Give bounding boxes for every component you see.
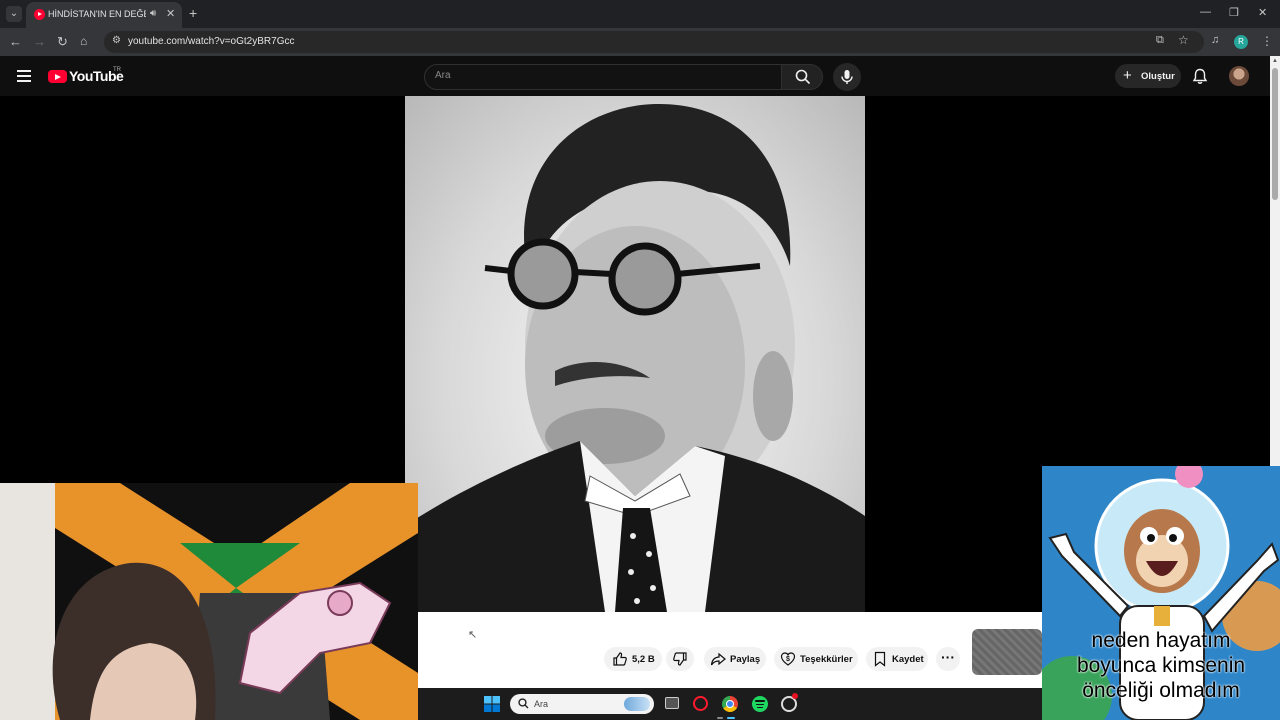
browser-profile-avatar[interactable]: R xyxy=(1234,35,1248,49)
github-desktop-icon[interactable] xyxy=(781,693,798,712)
recommended-video-thumbnail[interactable] xyxy=(972,629,1042,675)
save-button[interactable]: Kaydet xyxy=(866,647,928,671)
browser-tab-strip: ⌄ HİNDİSTAN'IN EN DEĞERSİZ 🔊︎ ✕ + — ❐ ✕ xyxy=(0,0,1280,28)
webcam-overlay xyxy=(0,483,418,720)
hamburger-menu-icon[interactable] xyxy=(17,70,31,82)
bookmark-icon xyxy=(874,651,886,667)
tab-audio-icon[interactable]: 🔊︎ xyxy=(150,8,156,19)
search-box[interactable] xyxy=(424,64,782,90)
scroll-up-arrow-icon[interactable]: ▲ xyxy=(1272,58,1278,64)
browser-tab[interactable]: HİNDİSTAN'IN EN DEĞERSİZ 🔊︎ ✕ xyxy=(26,2,182,28)
taskbar-search-placeholder: Ara xyxy=(534,699,549,709)
site-info-icon[interactable]: ⚙ xyxy=(112,35,121,46)
search-button[interactable] xyxy=(781,64,823,90)
restore-window-icon[interactable]: ❐ xyxy=(1229,6,1239,19)
plus-icon: + xyxy=(1123,67,1132,84)
webcam-feed xyxy=(0,483,418,720)
scrollbar-thumb[interactable] xyxy=(1272,68,1278,200)
thanks-label: Teşekkürler xyxy=(800,654,853,665)
more-actions-button[interactable]: ··· xyxy=(936,647,960,671)
windows-start-icon[interactable] xyxy=(484,696,500,712)
forward-icon[interactable]: → xyxy=(33,34,46,49)
video-frame[interactable] xyxy=(405,96,865,612)
thumbs-down-icon xyxy=(673,652,687,666)
new-tab-icon[interactable]: + xyxy=(189,5,197,21)
browser-menu-icon[interactable]: ⋮ xyxy=(1261,34,1273,48)
microphone-icon xyxy=(841,70,853,84)
youtube-masthead: YouTube TR + Oluştur xyxy=(0,56,1270,96)
active-app-indicator xyxy=(727,717,735,719)
search-icon xyxy=(518,698,529,709)
notifications-bell-icon[interactable] xyxy=(1192,68,1208,85)
media-control-icon[interactable]: ♫ xyxy=(1211,34,1219,46)
search-highlight-icon xyxy=(624,697,650,711)
share-label: Paylaş xyxy=(730,654,761,665)
tab-search-chevron-icon[interactable]: ⌄ xyxy=(6,6,22,22)
portrait-photo xyxy=(405,103,865,612)
share-button[interactable]: Paylaş xyxy=(704,647,766,671)
youtube-logo-icon[interactable] xyxy=(48,70,67,83)
browser-toolbar: ← → ↻ ⌂ ⚙ youtube.com/watch?v=oGt2yBR7Gc… xyxy=(0,28,1280,56)
video-actions-area: ↖ 5,2 B Paylaş $ Teşekkürler Kaydet ··· xyxy=(418,612,1042,688)
meme-caption-line: önceliği olmadım xyxy=(1082,679,1240,702)
install-app-icon[interactable]: ⧉ xyxy=(1156,34,1164,47)
url-text[interactable]: youtube.com/watch?v=oGt2yBR7Gcc xyxy=(128,36,294,47)
reload-icon[interactable]: ↻ xyxy=(57,34,68,50)
chrome-icon[interactable] xyxy=(722,696,738,712)
account-avatar[interactable] xyxy=(1229,66,1249,86)
search-icon xyxy=(795,69,811,85)
minimize-window-icon[interactable]: — xyxy=(1200,6,1211,18)
taskbar-search-box[interactable]: Ara xyxy=(510,694,654,714)
search-input[interactable] xyxy=(435,70,765,81)
bookmark-star-icon[interactable]: ☆ xyxy=(1178,33,1189,47)
like-count: 5,2 B xyxy=(632,654,655,665)
meme-caption-line: neden hayatım xyxy=(1091,629,1231,652)
country-code: TR xyxy=(113,67,121,73)
tab-close-icon[interactable]: ✕ xyxy=(166,7,175,20)
address-bar[interactable]: ⚙ youtube.com/watch?v=oGt2yBR7Gcc ⧉ ☆ xyxy=(104,31,1204,53)
super-thanks-icon: $ xyxy=(780,652,796,666)
thanks-button[interactable]: $ Teşekkürler xyxy=(774,647,858,671)
create-label: Oluştur xyxy=(1141,71,1175,82)
youtube-favicon-icon xyxy=(34,9,45,20)
mouse-cursor-icon: ↖ xyxy=(468,629,478,641)
running-app-indicator xyxy=(717,717,723,719)
like-button[interactable]: 5,2 B xyxy=(604,647,662,671)
voice-search-button[interactable] xyxy=(833,63,861,91)
spotify-icon[interactable] xyxy=(752,696,768,712)
windows-taskbar: Ara xyxy=(418,688,1042,720)
opera-icon[interactable] xyxy=(693,696,708,711)
close-window-icon[interactable]: ✕ xyxy=(1258,6,1267,19)
meme-caption: neden hayatım boyunca kimsenin önceliği … xyxy=(1042,628,1280,703)
meme-caption-line: boyunca kimsenin xyxy=(1076,654,1246,677)
save-label: Kaydet xyxy=(892,654,924,665)
create-button[interactable]: + Oluştur xyxy=(1115,64,1181,88)
file-explorer-icon[interactable] xyxy=(665,697,679,709)
svg-text:$: $ xyxy=(786,656,790,663)
tab-title: HİNDİSTAN'IN EN DEĞERSİZ xyxy=(48,9,146,19)
home-icon[interactable]: ⌂ xyxy=(80,34,87,48)
back-icon[interactable]: ← xyxy=(9,34,22,49)
thumbs-up-icon xyxy=(613,652,627,666)
meme-overlay: neden hayatım boyunca kimsenin önceliği … xyxy=(1042,466,1280,720)
dislike-button[interactable] xyxy=(666,647,694,671)
more-horizontal-icon: ··· xyxy=(941,649,955,665)
share-arrow-icon xyxy=(710,652,726,666)
